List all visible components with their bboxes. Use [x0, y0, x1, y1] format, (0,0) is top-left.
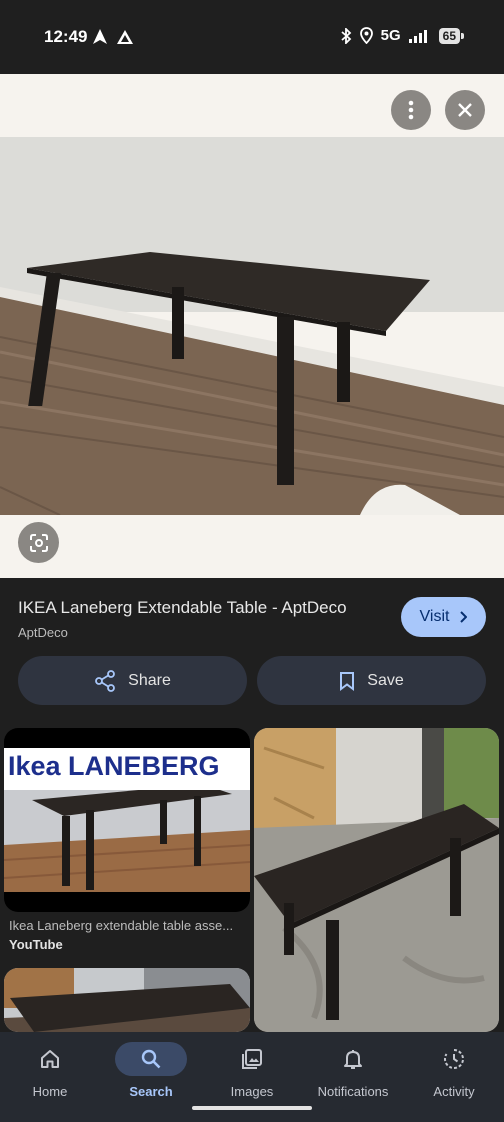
- share-button[interactable]: Share: [18, 656, 247, 705]
- related-caption[interactable]: Ikea Laneberg extendable table asse...: [9, 918, 249, 933]
- nav-activity-label: Activity: [433, 1084, 475, 1099]
- close-button[interactable]: [445, 90, 485, 130]
- related-image-card[interactable]: [254, 728, 499, 1032]
- save-button[interactable]: Save: [257, 656, 486, 705]
- result-title[interactable]: IKEA Laneberg Extendable Table - AptDeco: [18, 598, 347, 618]
- more-vert-icon: [408, 100, 414, 120]
- share-label: Share: [128, 671, 171, 689]
- nav-notifications[interactable]: Notifications: [303, 1032, 403, 1122]
- visit-button[interactable]: Visit: [401, 597, 486, 637]
- home-indicator[interactable]: [192, 1106, 312, 1110]
- bluetooth-icon: [341, 27, 351, 44]
- related-source: YouTube: [9, 937, 63, 952]
- garage-table-image: [254, 728, 499, 1032]
- status-time: 12:49: [44, 27, 88, 46]
- lens-search-button[interactable]: [18, 522, 59, 563]
- battery-icon: 65: [438, 27, 465, 44]
- bookmark-icon: [340, 671, 355, 691]
- nav-notifications-label: Notifications: [317, 1084, 389, 1099]
- status-notification-icons: [92, 28, 134, 46]
- video-banner: Ikea LANEBERG: [4, 748, 250, 790]
- share-icon: [95, 669, 116, 692]
- image-viewer: [0, 74, 504, 578]
- search-icon: [115, 1042, 187, 1076]
- bell-icon: [317, 1042, 389, 1076]
- images-icon: [216, 1042, 288, 1076]
- related-image-card[interactable]: Ikea LANEBERG: [4, 728, 250, 912]
- more-options-button[interactable]: [391, 90, 431, 130]
- result-source: AptDeco: [18, 625, 68, 640]
- network-type: 5G: [380, 27, 401, 44]
- status-bar: 12:49 5G 65: [0, 0, 504, 74]
- table-thumbnail-image: [4, 790, 250, 892]
- visit-label: Visit: [419, 608, 450, 625]
- app-notification-icon: [117, 30, 133, 44]
- related-thumbnail: [4, 790, 250, 892]
- nav-home-label: Home: [32, 1084, 68, 1099]
- related-image-card[interactable]: [4, 968, 250, 1032]
- signal-icon: [408, 29, 427, 43]
- lens-icon: [29, 533, 48, 552]
- dining-table-image: [0, 137, 504, 515]
- nav-search[interactable]: Search: [101, 1032, 201, 1122]
- activity-icon: [418, 1042, 490, 1076]
- nav-images-label: Images: [230, 1084, 274, 1099]
- nav-activity[interactable]: Activity: [404, 1032, 504, 1122]
- video-banner-text: Ikea LANEBERG: [8, 751, 220, 781]
- navigation-arrow-icon: [93, 29, 107, 44]
- close-icon: [458, 103, 472, 117]
- status-right-icons: 5G 65: [340, 27, 465, 44]
- location-icon: [359, 27, 373, 44]
- save-label: Save: [367, 671, 404, 689]
- home-icon: [14, 1042, 86, 1076]
- main-table-photo[interactable]: [0, 137, 504, 515]
- nav-home[interactable]: Home: [0, 1032, 100, 1122]
- table-photo-image: [4, 968, 250, 1032]
- chevron-right-icon: [460, 611, 468, 623]
- nav-search-label: Search: [129, 1084, 173, 1099]
